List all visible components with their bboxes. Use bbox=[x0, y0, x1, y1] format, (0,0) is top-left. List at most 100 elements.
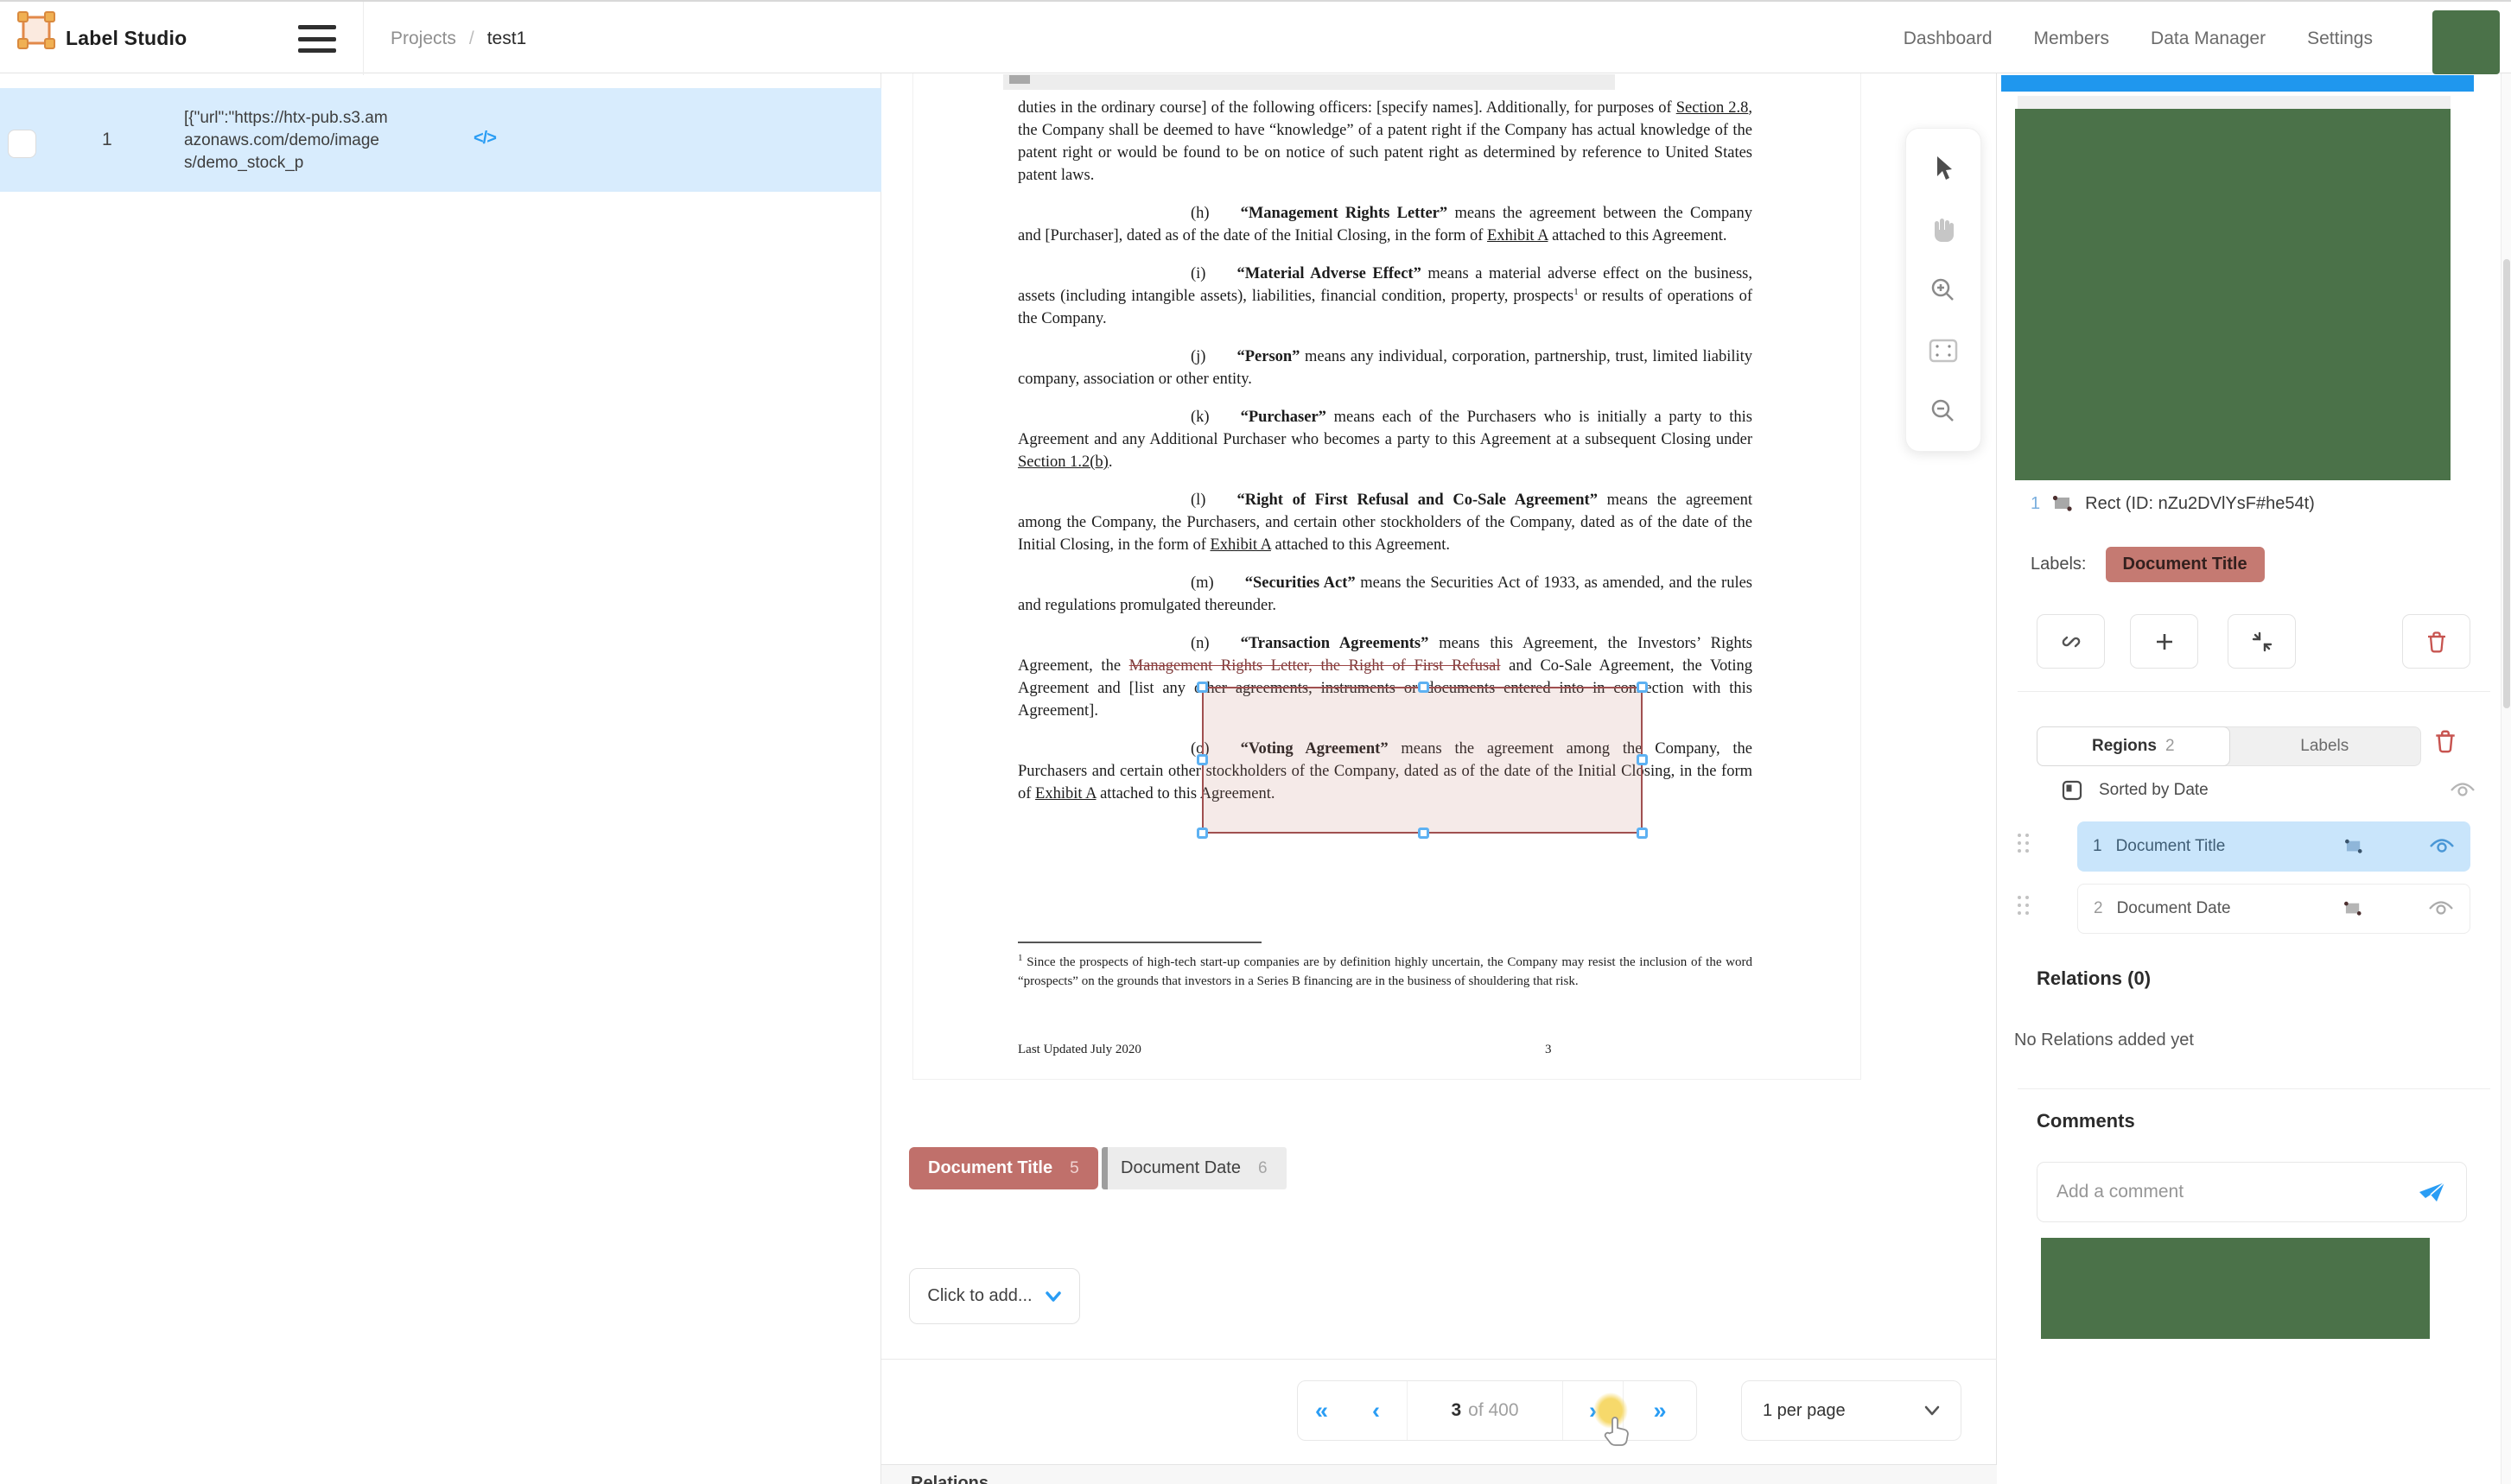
document-paragraph: (m)“Securities Act” means the Securities… bbox=[1018, 572, 1752, 617]
resize-handle-nw[interactable] bbox=[1197, 682, 1208, 693]
resize-handle-ne[interactable] bbox=[1637, 682, 1648, 693]
details-sidebar: 1 Rect (ID: nZu2DVlYsF#he54t) Labels: Do… bbox=[1997, 73, 2511, 1484]
tab-regions[interactable]: Regions 2 bbox=[2037, 726, 2230, 766]
pan-tool-button[interactable] bbox=[1926, 212, 1961, 246]
tab-labels[interactable]: Labels bbox=[2229, 727, 2421, 765]
collapse-region-button[interactable] bbox=[2228, 614, 2296, 669]
zoom-out-icon bbox=[1929, 397, 1957, 425]
tab-regions-count: 2 bbox=[2165, 737, 2175, 756]
image-thumbnail[interactable] bbox=[2015, 109, 2451, 480]
region-sort-row: Sorted by Date bbox=[2061, 775, 2476, 806]
resize-handle-sw[interactable] bbox=[1197, 828, 1208, 839]
user-avatar[interactable] bbox=[2432, 10, 2500, 74]
chevron-down-icon bbox=[1045, 1291, 1062, 1303]
annotation-region-rect[interactable] bbox=[1202, 687, 1643, 834]
page-size-dropdown[interactable]: 1 per page bbox=[1741, 1380, 1961, 1441]
rect-region-icon bbox=[2344, 839, 2363, 854]
region-number: 1 bbox=[2031, 494, 2040, 514]
region-list-item[interactable]: 2 Document Date bbox=[2077, 884, 2470, 934]
click-to-add-label: Click to add... bbox=[927, 1286, 1032, 1306]
task-checkbox[interactable] bbox=[8, 130, 36, 158]
rect-region-icon bbox=[2052, 495, 2073, 512]
header-divider bbox=[363, 2, 364, 75]
resize-handle-w[interactable] bbox=[1197, 754, 1208, 765]
zoom-out-tool-button[interactable] bbox=[1926, 394, 1961, 428]
label-text: Document Date bbox=[1121, 1158, 1241, 1178]
click-to-add-dropdown[interactable]: Click to add... bbox=[909, 1268, 1080, 1324]
region-visibility-eye-icon[interactable] bbox=[2429, 837, 2455, 856]
region-item-label: Document Date bbox=[2117, 899, 2231, 918]
previous-page-button[interactable]: ‹ bbox=[1345, 1381, 1408, 1440]
resize-handle-n[interactable] bbox=[1418, 682, 1429, 693]
region-item-index: 1 bbox=[2093, 837, 2102, 856]
nav-settings[interactable]: Settings bbox=[2307, 29, 2373, 49]
nav-dashboard[interactable]: Dashboard bbox=[1904, 29, 1993, 49]
nav-data-manager[interactable]: Data Manager bbox=[2151, 29, 2266, 49]
tab-regions-label: Regions bbox=[2092, 737, 2157, 756]
label-studio-logo-icon bbox=[17, 11, 55, 49]
comments-title: Comments bbox=[2037, 1110, 2135, 1132]
labels-caption: Labels: bbox=[2031, 555, 2087, 574]
trash-icon bbox=[2433, 728, 2457, 754]
label-hotkey: 6 bbox=[1258, 1159, 1268, 1178]
menu-hamburger-icon[interactable] bbox=[298, 22, 338, 55]
first-page-button[interactable]: « bbox=[1298, 1381, 1345, 1440]
last-page-button[interactable]: » bbox=[1624, 1381, 1696, 1440]
task-row[interactable]: 1 [{"url":"https://htx-pub.s3.amazonaws.… bbox=[0, 88, 881, 192]
total-pages: of 400 bbox=[1468, 1400, 1518, 1421]
thumbnail-strip bbox=[2018, 96, 2451, 109]
hand-icon bbox=[1929, 214, 1958, 244]
label-button-document-title[interactable]: Document Title 5 bbox=[909, 1147, 1098, 1189]
select-tool-button[interactable] bbox=[1926, 151, 1961, 186]
region-item-label: Document Title bbox=[2116, 837, 2226, 856]
delete-region-button[interactable] bbox=[2402, 614, 2470, 669]
trash-icon bbox=[2425, 630, 2448, 654]
chevron-down-icon bbox=[1924, 1405, 1940, 1416]
scrolled-content-sliver bbox=[1003, 74, 1615, 90]
sliver-mark bbox=[1009, 75, 1030, 84]
label-studio-app: Label Studio Projects / test1 Dashboard … bbox=[0, 0, 2511, 1484]
label-button-document-date[interactable]: Document Date 6 bbox=[1102, 1147, 1287, 1189]
progress-bar bbox=[2001, 75, 2474, 92]
sort-order-icon[interactable] bbox=[2061, 779, 2083, 802]
delete-all-regions-button[interactable] bbox=[2433, 728, 2457, 758]
scrollbar-thumb[interactable] bbox=[2503, 259, 2510, 708]
drag-handle[interactable] bbox=[2018, 896, 2031, 922]
comment-input[interactable] bbox=[2056, 1182, 2418, 1202]
nav-members[interactable]: Members bbox=[2034, 29, 2110, 49]
sort-label[interactable]: Sorted by Date bbox=[2099, 781, 2209, 800]
clipped-bottom-bar: Relations bbox=[881, 1465, 1997, 1484]
send-comment-button[interactable] bbox=[2418, 1180, 2447, 1204]
current-page: 3 bbox=[1451, 1400, 1461, 1421]
document-paragraph: (h)“Management Rights Letter” means the … bbox=[1018, 202, 1752, 247]
regions-labels-tabs: Regions 2 Labels bbox=[2037, 726, 2421, 766]
breadcrumb-projects[interactable]: Projects bbox=[391, 29, 456, 49]
region-visibility-eye-icon[interactable] bbox=[2428, 899, 2454, 918]
resize-handle-s[interactable] bbox=[1418, 828, 1429, 839]
region-list-item-selected[interactable]: 1 Document Title bbox=[2077, 821, 2470, 872]
resize-handle-se[interactable] bbox=[1637, 828, 1648, 839]
page-size-value: 1 per page bbox=[1763, 1401, 1846, 1421]
add-region-button[interactable] bbox=[2130, 614, 2198, 669]
breadcrumb: Projects / test1 bbox=[391, 2, 526, 75]
image-preview-box bbox=[2041, 1238, 2430, 1339]
code-icon[interactable]: </> bbox=[474, 129, 496, 149]
tool-palette bbox=[1905, 128, 1981, 452]
footer-page-number: 3 bbox=[1545, 1043, 1552, 1057]
document-footnote: 1 Since the prospects of high-tech start… bbox=[1018, 953, 1752, 991]
drag-handle[interactable] bbox=[2018, 834, 2031, 859]
plus-icon bbox=[2154, 631, 2175, 652]
toggle-all-visibility-eye-icon[interactable] bbox=[2450, 781, 2476, 800]
resize-handle-e[interactable] bbox=[1637, 754, 1648, 765]
divider bbox=[2018, 1088, 2490, 1089]
relation-link-button[interactable] bbox=[2037, 614, 2105, 669]
breadcrumb-separator: / bbox=[469, 29, 474, 49]
zoom-in-tool-button[interactable] bbox=[1926, 273, 1961, 308]
task-list-panel: 1 [{"url":"https://htx-pub.s3.amazonaws.… bbox=[0, 73, 881, 1484]
region-item-index: 2 bbox=[2094, 899, 2103, 918]
rect-region-icon bbox=[2343, 901, 2362, 916]
relations-title: Relations (0) bbox=[2037, 967, 2151, 990]
fit-screen-tool-button[interactable] bbox=[1926, 333, 1961, 368]
region-label-badge[interactable]: Document Title bbox=[2106, 547, 2265, 582]
region-labels-row: Labels: Document Title bbox=[2031, 547, 2265, 582]
